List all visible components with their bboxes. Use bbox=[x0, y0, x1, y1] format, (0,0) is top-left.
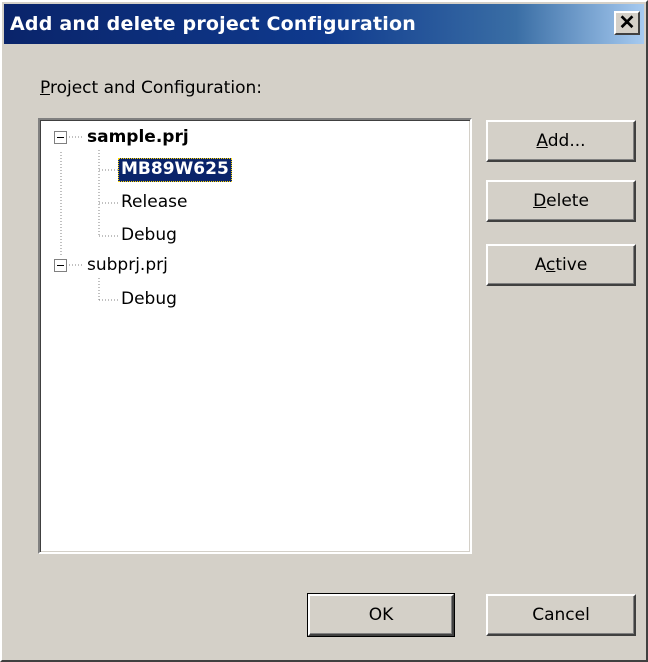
tree-node-release[interactable]: Release bbox=[118, 191, 190, 215]
tree-node-sample-prj[interactable]: sample.prj bbox=[84, 126, 192, 150]
tree-node-subprj-prj[interactable]: subprj.prj bbox=[84, 254, 171, 278]
ok-button[interactable]: OK bbox=[307, 593, 455, 637]
active-accelerator: c bbox=[546, 255, 556, 275]
tree-node-subprj-debug[interactable]: Debug bbox=[118, 288, 180, 312]
collapse-sample-icon[interactable] bbox=[54, 131, 67, 144]
active-button[interactable]: Active bbox=[486, 244, 636, 286]
delete-button[interactable]: Delete bbox=[486, 180, 636, 222]
title-bar[interactable]: Add and delete project Configuration ✕ bbox=[4, 4, 644, 44]
delete-accelerator: D bbox=[533, 191, 547, 211]
active-label-start: A bbox=[534, 255, 547, 275]
add-button[interactable]: Add... bbox=[486, 120, 636, 162]
window-title: Add and delete project Configuration bbox=[10, 13, 416, 35]
close-icon: ✕ bbox=[618, 12, 636, 34]
active-label-end: tive bbox=[555, 255, 588, 275]
tree-connector-lines bbox=[60, 136, 118, 301]
tree-node-mb89w625[interactable]: MB89W625 bbox=[118, 158, 232, 182]
tree-node-debug[interactable]: Debug bbox=[118, 224, 180, 248]
collapse-subprj-icon[interactable] bbox=[54, 259, 67, 272]
project-configuration-label: Project and Configuration: bbox=[40, 78, 262, 98]
label-accelerator: P bbox=[40, 78, 50, 98]
project-configuration-tree[interactable]: sample.prj MB89W625 Release Debug subprj… bbox=[38, 118, 472, 554]
add-delete-configuration-dialog: Add and delete project Configuration ✕ P… bbox=[0, 0, 648, 662]
delete-label: elete bbox=[546, 191, 589, 211]
add-accelerator: A bbox=[536, 131, 548, 151]
cancel-button[interactable]: Cancel bbox=[486, 594, 636, 636]
close-button[interactable]: ✕ bbox=[614, 11, 640, 35]
label-text: roject and Configuration: bbox=[49, 78, 262, 98]
add-label: dd... bbox=[547, 131, 586, 151]
